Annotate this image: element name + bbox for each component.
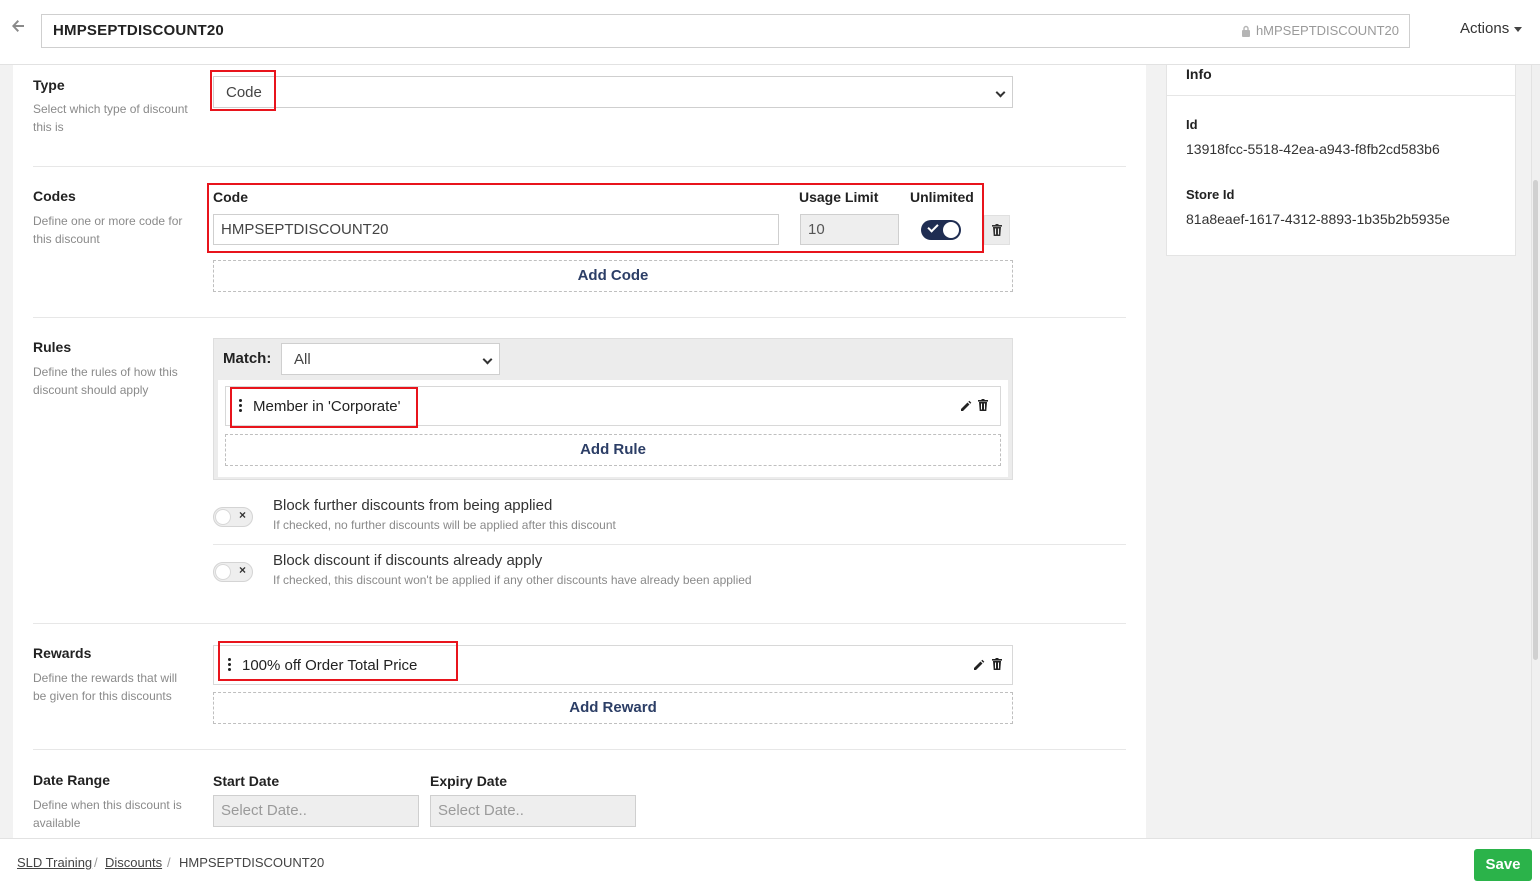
codes-section: Codes Define one or more code for this d… (33, 167, 1126, 317)
rules-section: Rules Define the rules of how this disco… (33, 318, 1126, 623)
scrollbar-thumb[interactable] (1533, 180, 1538, 660)
codes-description: Define one or more code for this discoun… (33, 214, 183, 246)
add-reward-button[interactable]: Add Reward (213, 692, 1013, 724)
store-id-label: Store Id (1186, 187, 1235, 202)
trash-icon[interactable] (992, 658, 1002, 670)
rules-title: Rules (33, 339, 72, 355)
code-input-value: HMPSEPTDISCOUNT20 (221, 221, 389, 238)
delete-code-button[interactable] (984, 215, 1010, 245)
expiry-date-input[interactable]: Select Date.. (430, 795, 636, 827)
unlimited-label: Unlimited (910, 189, 974, 205)
match-select[interactable]: All (281, 343, 500, 375)
start-date-placeholder: Select Date.. (221, 802, 307, 819)
date-range-title: Date Range (33, 772, 111, 788)
pencil-icon[interactable] (960, 400, 972, 412)
actions-dropdown[interactable]: Actions (1460, 20, 1523, 37)
main-panel: Type Select which type of discount this … (13, 65, 1146, 838)
type-description: Select which type of discount this is (33, 102, 188, 134)
type-select-value: Code (226, 84, 262, 101)
pencil-icon[interactable] (973, 659, 985, 671)
top-bar: HMPSEPTDISCOUNT20 hMPSEPTDISCOUNT20 Acti… (0, 0, 1540, 65)
usage-limit-label: Usage Limit (799, 189, 879, 205)
store-id-value: 81a8eaef-1617-4312-8893-1b35b2b5935e (1186, 211, 1450, 227)
save-button[interactable]: Save (1474, 849, 1532, 881)
rewards-title: Rewards (33, 645, 92, 661)
type-select[interactable]: Code (213, 76, 1013, 108)
rewards-description: Define the rewards that will be given fo… (33, 671, 178, 703)
drag-handle-icon[interactable] (228, 658, 232, 673)
trash-icon (992, 224, 1002, 236)
rules-list: Member in 'Corporate' Add Rule (218, 380, 1008, 477)
block-further-description: If checked, no further discounts will be… (273, 518, 616, 532)
expiry-date-label: Expiry Date (430, 773, 508, 789)
breadcrumb-separator: / (94, 855, 98, 870)
start-date-input[interactable]: Select Date.. (213, 795, 419, 827)
toggle-knob (215, 564, 231, 580)
rule-item[interactable]: Member in 'Corporate' (225, 386, 1001, 426)
lock-icon (1241, 25, 1250, 37)
caret-down-icon (1514, 27, 1523, 32)
slug-display: hMPSEPTDISCOUNT20 (1241, 23, 1399, 38)
breadcrumb-separator: / (167, 855, 171, 870)
code-input[interactable]: HMPSEPTDISCOUNT20 (213, 214, 779, 245)
unlimited-toggle[interactable] (921, 220, 961, 240)
date-range-section: Date Range Define when this discount is … (33, 750, 1126, 838)
type-title: Type (33, 77, 65, 93)
block-further-title: Block further discounts from being appli… (273, 497, 553, 514)
trash-icon[interactable] (978, 399, 988, 411)
block-if-applied-toggle[interactable]: × (213, 562, 253, 582)
id-value: 13918fcc-5518-42ea-a943-f8fb2cd583b6 (1186, 141, 1440, 157)
add-rule-button[interactable]: Add Rule (225, 434, 1001, 466)
discount-name-input[interactable]: HMPSEPTDISCOUNT20 hMPSEPTDISCOUNT20 (41, 14, 1410, 48)
toggle-knob (943, 222, 959, 238)
slug-text: hMPSEPTDISCOUNT20 (1255, 23, 1399, 38)
code-column-label: Code (213, 189, 248, 205)
add-code-button[interactable]: Add Code (213, 260, 1013, 292)
footer-bar: SLD Training / Discounts / HMPSEPTDISCOU… (0, 838, 1540, 885)
match-label: Match: (223, 350, 272, 367)
expiry-date-placeholder: Select Date.. (438, 802, 524, 819)
discount-name-value: HMPSEPTDISCOUNT20 (53, 22, 224, 39)
reward-item[interactable]: 100% off Order Total Price (213, 645, 1013, 685)
usage-limit-value: 10 (808, 221, 825, 238)
rewards-section: Rewards Define the rewards that will be … (33, 624, 1126, 749)
x-icon: × (238, 508, 246, 522)
date-range-description: Define when this discount is available (33, 798, 182, 830)
drag-handle-icon[interactable] (239, 399, 243, 414)
chevron-down-icon (995, 87, 1006, 98)
toggle-knob (215, 509, 231, 525)
block-if-applied-description: If checked, this discount won't be appli… (273, 573, 752, 587)
reward-text: 100% off Order Total Price (242, 657, 418, 674)
type-section: Type Select which type of discount this … (33, 65, 1126, 166)
breadcrumb-sld-training[interactable]: SLD Training (17, 855, 92, 870)
info-header: Info (1167, 65, 1515, 96)
block-if-applied-title: Block discount if discounts already appl… (273, 552, 543, 569)
block-further-toggle[interactable]: × (213, 507, 253, 527)
id-label: Id (1186, 117, 1198, 132)
back-arrow-icon[interactable] (10, 18, 30, 40)
chevron-down-icon (482, 354, 493, 365)
match-select-value: All (294, 351, 311, 368)
breadcrumb-current: HMPSEPTDISCOUNT20 (179, 855, 325, 870)
rules-description: Define the rules of how this discount sh… (33, 365, 178, 397)
info-title: Info (1186, 66, 1212, 82)
check-icon (927, 221, 939, 233)
x-icon: × (238, 563, 246, 577)
rule-text: Member in 'Corporate' (253, 398, 401, 415)
info-card: Info Id 13918fcc-5518-42ea-a943-f8fb2cd5… (1166, 65, 1516, 256)
actions-label: Actions (1460, 20, 1510, 37)
divider (213, 544, 1126, 545)
rules-container: Match: All Member in 'Corporate' Add Rul… (213, 338, 1013, 480)
start-date-label: Start Date (213, 773, 280, 789)
codes-title: Codes (33, 188, 76, 204)
breadcrumb-discounts[interactable]: Discounts (105, 855, 162, 870)
usage-limit-input[interactable]: 10 (800, 214, 899, 245)
